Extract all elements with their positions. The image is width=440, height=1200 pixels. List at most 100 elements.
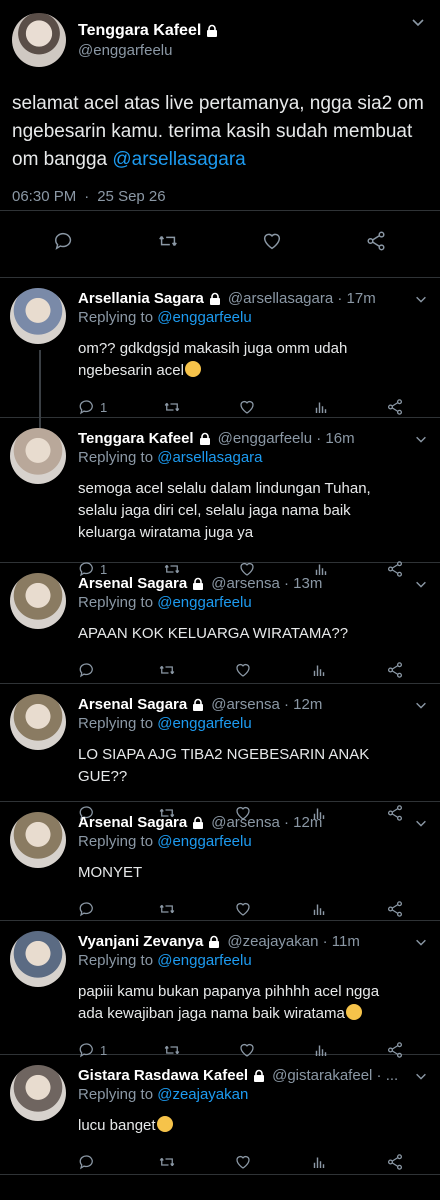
reply-list: Arsellania Sagara @arsellasagara · 17m Rep… [0,278,440,1175]
avatar[interactable] [10,812,66,868]
chevron-down-icon[interactable] [414,577,428,591]
retweet-button[interactable] [158,900,176,918]
reply-tweet[interactable]: Arsenal Sagara @arsensa · 12m Replying to … [0,802,440,921]
reply-icon [78,1153,96,1171]
avatar[interactable] [10,1065,66,1121]
retweet-icon[interactable] [157,230,179,252]
chevron-down-icon[interactable] [414,935,428,949]
avatar[interactable] [10,288,66,344]
author-name[interactable]: Tenggara Kafeel [78,22,219,40]
share-button[interactable] [386,1153,404,1171]
share-button[interactable] [386,661,404,679]
avatar[interactable] [10,428,66,484]
mention-link[interactable]: @zeajayakan [157,1086,248,1103]
author-handle[interactable]: @arsensa · 12m [211,696,322,713]
reply-text: papiii kamu bukan papanya pihhhh acel ng… [78,981,404,1025]
stats-button[interactable] [310,900,328,918]
share-button[interactable] [386,900,404,918]
mention-link[interactable]: @arsellasagara [157,449,262,466]
author-handle[interactable]: @arsensa · 12m [211,814,322,831]
chevron-down-icon[interactable] [410,14,426,30]
like-icon [234,900,252,918]
reply-text: semoga acel selalu dalam lindungan Tuhan… [78,478,404,544]
like-button[interactable] [234,661,252,679]
like-button[interactable] [238,398,256,416]
share-icon[interactable] [365,230,387,252]
reply-tweet[interactable]: Tenggara Kafeel @enggarfeelu · 16m Replyin… [0,418,440,577]
reply-tweet[interactable]: Arsenal Sagara @arsensa · 12m Replying to … [0,684,440,821]
retweet-button[interactable] [158,1153,176,1171]
replying-to: Replying to @arsellasagara [78,449,404,466]
stats-button[interactable] [310,661,328,679]
avatar[interactable] [12,13,66,67]
reply-tweet[interactable]: Arsenal Sagara @arsensa · 13m Replying to … [0,563,440,684]
lock-icon [193,698,204,711]
author-handle[interactable]: @enggarfeelu [78,42,219,59]
avatar[interactable] [10,931,66,987]
reply-header: Gistara Rasdawa Kafeel @gistarakafeel · .… [78,1067,404,1084]
author-name[interactable]: Gistara Rasdawa Kafeel [78,1067,266,1084]
replying-to: Replying to @enggarfeelu [78,952,404,969]
avatar[interactable] [10,573,66,629]
reply-button[interactable] [78,1153,100,1171]
reply-tweet[interactable]: Arsellania Sagara @arsellasagara · 17m Rep… [0,278,440,428]
author-name[interactable]: Arsenal Sagara [78,696,205,713]
author-name[interactable]: Arsellania Sagara [78,290,222,307]
stats-button[interactable] [312,398,330,416]
reply-icon[interactable] [53,230,75,252]
stats-icon [310,1153,328,1171]
replying-to: Replying to @enggarfeelu [78,715,404,732]
author-name-text: Arsellania Sagara [78,290,204,307]
author-name[interactable]: Tenggara Kafeel [78,430,212,447]
chevron-down-icon[interactable] [414,292,428,306]
author-handle[interactable]: @zeajayakan · 11m [227,933,360,950]
author-handle[interactable]: @arsellasagara · 17m [228,290,376,307]
avatar[interactable] [10,694,66,750]
like-icon [234,1153,252,1171]
reply-button[interactable] [78,900,100,918]
reply-tweet[interactable]: Vyanjani Zevanya @zeajayakan · 11m Replyin… [0,921,440,1058]
reply-button[interactable]: 1 [78,398,107,416]
stats-button[interactable] [310,1153,328,1171]
main-tweet-header: Tenggara Kafeel @enggarfeelu [12,12,428,68]
like-icon[interactable] [261,230,283,252]
share-button[interactable] [386,398,404,416]
like-button[interactable] [234,1153,252,1171]
tweet-date[interactable]: 25 Sep 26 [97,188,165,205]
author-handle[interactable]: @gistarakafeel · ... [272,1067,398,1084]
main-tweet: Tenggara Kafeel @enggarfeelu selamat ace… [0,0,440,278]
chevron-down-icon[interactable] [414,1069,428,1083]
reply-actions [78,898,404,920]
reply-count: 1 [100,399,108,415]
reply-text: LO SIAPA AJG TIBA2 NGEBESARIN ANAK GUE?? [78,744,404,788]
reply-tweet[interactable]: Gistara Rasdawa Kafeel @gistarakafeel · .… [0,1055,440,1175]
replying-label: Replying to [78,309,158,326]
retweet-button[interactable] [163,398,181,416]
author-name[interactable]: Arsenal Sagara [78,575,205,592]
author-handle[interactable]: @arsensa · 13m [211,575,322,592]
chevron-down-icon[interactable] [414,816,428,830]
author-name[interactable]: Arsenal Sagara [78,814,205,831]
author-handle[interactable]: @enggarfeelu · 16m [218,430,355,447]
like-button[interactable] [234,900,252,918]
chevron-down-icon[interactable] [414,432,428,446]
reply-body: lucu banget [78,1117,156,1134]
chevron-down-icon[interactable] [414,698,428,712]
replying-to: Replying to @enggarfeelu [78,833,404,850]
mention-link[interactable]: @enggarfeelu [157,309,251,326]
reply-body: MONYET [78,864,143,881]
replying-label: Replying to [78,449,158,466]
reply-text: APAAN KOK KELUARGA WIRATAMA?? [78,623,404,645]
mention-link[interactable]: @arsellasagara [112,149,245,170]
tweet-time[interactable]: 06:30 PM [12,188,76,205]
reply-button[interactable] [78,661,100,679]
share-icon [386,1153,404,1171]
author-name[interactable]: Vyanjani Zevanya [78,933,221,950]
reply-body: papiii kamu bukan papanya pihhhh acel ng… [78,983,380,1022]
retweet-button[interactable] [158,661,176,679]
mention-link[interactable]: @enggarfeelu [157,715,251,732]
mention-link[interactable]: @enggarfeelu [157,833,251,850]
mention-link[interactable]: @enggarfeelu [157,952,251,969]
mention-link[interactable]: @enggarfeelu [157,594,251,611]
author-name-text: Gistara Rasdawa Kafeel [78,1067,249,1084]
